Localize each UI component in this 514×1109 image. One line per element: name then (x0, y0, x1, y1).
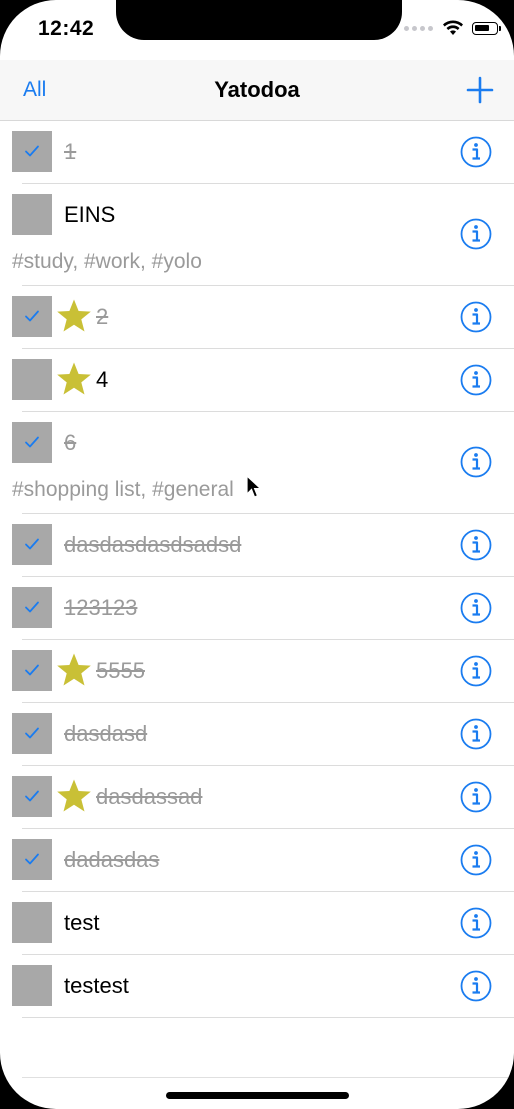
info-icon[interactable] (460, 364, 492, 396)
todo-title: dadasdas (64, 847, 160, 872)
device-screen: 12:42 All Yatodoa 1 EINS #study, #work, #y… (0, 0, 514, 1109)
checkmark-icon (25, 853, 39, 865)
todo-title: 4 (96, 367, 109, 392)
todo-title: dasdassad (96, 784, 203, 809)
completion-checkbox[interactable] (12, 713, 52, 754)
mouse-cursor-icon (246, 475, 262, 498)
todo-row[interactable]: 4 (0, 349, 514, 412)
todo-title: dasdasd (64, 721, 148, 746)
info-icon[interactable] (460, 218, 492, 250)
info-icon[interactable] (460, 970, 492, 1002)
info-icon[interactable] (460, 844, 492, 876)
cellular-signal-icon (404, 25, 433, 31)
device-notch (116, 0, 402, 40)
checkmark-icon (25, 310, 39, 322)
star-icon (57, 362, 91, 395)
checkmark-icon (25, 790, 39, 802)
add-icon[interactable] (466, 76, 494, 104)
todo-tags: #shopping list, #general (12, 478, 234, 501)
checkmark-icon (25, 664, 39, 676)
todo-row[interactable]: dadasdas (0, 829, 514, 892)
info-icon[interactable] (460, 446, 492, 478)
divider (22, 1077, 514, 1078)
navigation-bar: All Yatodoa (0, 60, 514, 121)
todo-row[interactable]: dasdasdasdsadsd (0, 514, 514, 577)
todo-title: 1 (64, 139, 77, 164)
todo-row[interactable]: testest (0, 955, 514, 1018)
info-icon[interactable] (460, 529, 492, 561)
wifi-icon (443, 20, 463, 35)
todo-title: 2 (96, 304, 109, 329)
info-icon[interactable] (460, 781, 492, 813)
todo-row[interactable]: 2 (0, 286, 514, 349)
info-icon[interactable] (460, 718, 492, 750)
todo-title: test (64, 910, 100, 935)
star-icon (57, 779, 91, 812)
todo-tags: #study, #work, #yolo (12, 250, 202, 273)
status-time: 12:42 (38, 17, 95, 40)
todo-row[interactable]: dasdassad (0, 766, 514, 829)
todo-title: dasdasdasdsadsd (64, 532, 242, 557)
completion-checkbox[interactable] (12, 839, 52, 880)
page-title: Yatodoa (214, 77, 300, 102)
todo-row[interactable]: 5555 (0, 640, 514, 703)
star-icon (57, 653, 91, 686)
todo-title: 5555 (96, 658, 145, 683)
info-icon[interactable] (460, 301, 492, 333)
status-icons (404, 20, 501, 36)
todo-title: 123123 (64, 595, 138, 620)
info-icon[interactable] (460, 592, 492, 624)
checkmark-icon (25, 601, 39, 613)
checkmark-icon (25, 145, 39, 157)
completion-checkbox[interactable] (12, 359, 52, 400)
checkmark-icon (25, 436, 39, 448)
completion-checkbox[interactable] (12, 422, 52, 463)
todo-title: EINS (64, 202, 116, 227)
checkmark-icon (25, 727, 39, 739)
completion-checkbox[interactable] (12, 131, 52, 172)
todo-row[interactable]: EINS #study, #work, #yolo (0, 184, 514, 286)
todo-row[interactable]: 123123 (0, 577, 514, 640)
info-icon[interactable] (460, 907, 492, 939)
completion-checkbox[interactable] (12, 902, 52, 943)
completion-checkbox[interactable] (12, 524, 52, 565)
info-icon[interactable] (460, 136, 492, 168)
completion-checkbox[interactable] (12, 650, 52, 691)
todo-list: 1 EINS #study, #work, #yolo 2 4 6 #shopping li… (0, 121, 514, 1018)
completion-checkbox[interactable] (12, 776, 52, 817)
todo-title: testest (64, 973, 129, 998)
star-icon (57, 299, 91, 332)
todo-row[interactable]: dasdasd (0, 703, 514, 766)
completion-checkbox[interactable] (12, 965, 52, 1006)
home-indicator[interactable] (166, 1092, 349, 1099)
todo-row[interactable]: test (0, 892, 514, 955)
info-icon[interactable] (460, 655, 492, 687)
todo-title: 6 (64, 430, 77, 455)
completion-checkbox[interactable] (12, 194, 52, 235)
battery-icon (472, 21, 501, 35)
completion-checkbox[interactable] (12, 296, 52, 337)
completion-checkbox[interactable] (12, 587, 52, 628)
todo-row[interactable]: 1 (0, 121, 514, 184)
row-divider (22, 1017, 514, 1018)
checkmark-icon (25, 538, 39, 550)
